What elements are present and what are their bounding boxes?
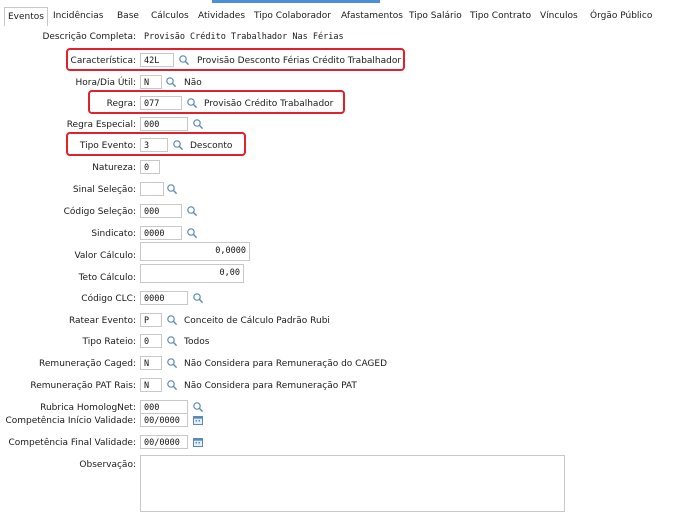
- search-icon[interactable]: [165, 76, 177, 88]
- regra-label: Regra:: [106, 99, 136, 109]
- ratear-evento-description: Conceito de Cálculo Padrão Rubi: [184, 316, 330, 326]
- search-icon[interactable]: [172, 139, 184, 151]
- sindicato-input[interactable]: 0000: [140, 226, 182, 240]
- form-panel: Descrição Completa: Provisão Crédito Tra…: [0, 26, 678, 520]
- teto-calculo-label: Teto Cálculo:: [78, 273, 136, 283]
- tab-tipo-colaborador[interactable]: Tipo Colaborador: [254, 9, 331, 24]
- hora-dia-util-label: Hora/Dia Útil:: [75, 78, 136, 88]
- search-icon[interactable]: [186, 205, 198, 217]
- tab-eventos[interactable]: Eventos: [4, 7, 48, 27]
- tab-vinculos[interactable]: Vínculos: [540, 9, 578, 24]
- remuneracao-pat-rais-label: Remuneração PAT Rais:: [30, 381, 136, 391]
- rubrica-homolognet-input[interactable]: 000: [140, 400, 188, 414]
- natureza-input[interactable]: 0: [140, 160, 160, 174]
- teto-calculo-input[interactable]: 0,00: [140, 264, 244, 283]
- codigo-selecao-input[interactable]: 000: [140, 204, 182, 218]
- tipo-rateio-label: Tipo Rateio:: [82, 337, 136, 347]
- search-icon[interactable]: [166, 335, 178, 347]
- descricao-completa-label: Descrição Completa:: [42, 32, 136, 42]
- search-icon[interactable]: [166, 183, 178, 195]
- observacao-textarea[interactable]: [140, 455, 565, 512]
- regra-description: Provisão Crédito Trabalhador: [204, 99, 334, 109]
- tab-incidencias[interactable]: Incidências: [53, 9, 103, 24]
- calendar-icon[interactable]: [192, 436, 204, 448]
- search-icon[interactable]: [166, 357, 178, 369]
- sinal-selecao-label: Sinal Seleção:: [72, 185, 136, 195]
- tab-calculos[interactable]: Cálculos: [151, 9, 189, 24]
- tab-tipo-contrato[interactable]: Tipo Contrato: [470, 9, 531, 24]
- valor-calculo-label: Valor Cálculo:: [74, 251, 136, 261]
- sinal-selecao-input[interactable]: [140, 182, 164, 196]
- tipo-rateio-input[interactable]: 0: [140, 334, 162, 348]
- competencia-inicio-label: Competência Início Validade:: [5, 416, 136, 426]
- remuneracao-caged-label: Remuneração Caged:: [39, 359, 136, 369]
- search-icon[interactable]: [166, 379, 178, 391]
- search-icon[interactable]: [186, 97, 198, 109]
- hora-dia-util-description: Não: [184, 78, 202, 88]
- remuneracao-pat-rais-description: Não Considera para Remuneração PAT: [184, 381, 357, 391]
- rubrica-homolognet-label: Rubrica HomologNet:: [40, 403, 136, 413]
- search-icon[interactable]: [192, 118, 204, 130]
- search-icon[interactable]: [186, 227, 198, 239]
- codigo-clc-input[interactable]: 0000: [140, 291, 188, 305]
- search-icon[interactable]: [166, 314, 178, 326]
- competencia-inicio-input[interactable]: 00/0000: [140, 413, 188, 427]
- remuneracao-caged-description: Não Considera para Remuneração do CAGED: [184, 359, 388, 369]
- tab-atividades[interactable]: Atividades: [198, 9, 245, 24]
- tab-afastamentos[interactable]: Afastamentos: [341, 9, 403, 24]
- sindicato-label: Sindicato:: [91, 229, 136, 239]
- codigo-selecao-label: Código Seleção:: [63, 207, 136, 217]
- competencia-final-label: Competência Final Validade:: [8, 438, 137, 448]
- competencia-final-input[interactable]: 00/0000: [140, 435, 188, 449]
- remuneracao-caged-input[interactable]: N: [140, 356, 162, 370]
- caracteristica-label: Característica:: [70, 56, 136, 66]
- calendar-icon[interactable]: [192, 414, 204, 426]
- search-icon[interactable]: [192, 401, 204, 413]
- natureza-label: Natureza:: [92, 163, 136, 173]
- caracteristica-input[interactable]: 42L: [140, 53, 174, 67]
- remuneracao-pat-rais-input[interactable]: N: [140, 378, 162, 392]
- tipo-evento-input[interactable]: 3: [140, 138, 168, 152]
- valor-calculo-input[interactable]: 0,0000: [140, 242, 250, 261]
- tab-orgao-publico[interactable]: Órgão Público: [590, 9, 652, 24]
- caracteristica-description: Provisão Desconto Férias Crédito Trabalh…: [197, 56, 402, 66]
- tab-base[interactable]: Base: [117, 9, 139, 24]
- tab-tipo-salario[interactable]: Tipo Salário: [409, 9, 462, 24]
- tipo-evento-description: Desconto: [190, 141, 233, 151]
- search-icon[interactable]: [178, 54, 190, 66]
- hora-dia-util-input[interactable]: N: [140, 75, 162, 89]
- search-icon[interactable]: [192, 292, 204, 304]
- tipo-rateio-description: Todos: [184, 337, 210, 347]
- regra-input[interactable]: 077: [140, 96, 182, 110]
- tab-bar: Eventos Incidências Base Cálculos Ativid…: [0, 4, 678, 27]
- regra-especial-input[interactable]: 000: [140, 117, 188, 131]
- regra-especial-label: Regra Especial:: [66, 120, 136, 130]
- observacao-label: Observação:: [79, 460, 136, 470]
- accent-strip: [212, 0, 380, 3]
- ratear-evento-input[interactable]: P: [140, 313, 162, 327]
- descricao-completa-value: Provisão Crédito Trabalhador Nas Férias: [144, 32, 344, 42]
- ratear-evento-label: Ratear Evento:: [68, 316, 136, 326]
- codigo-clc-label: Código CLC:: [81, 294, 136, 304]
- tipo-evento-label: Tipo Evento:: [79, 141, 136, 151]
